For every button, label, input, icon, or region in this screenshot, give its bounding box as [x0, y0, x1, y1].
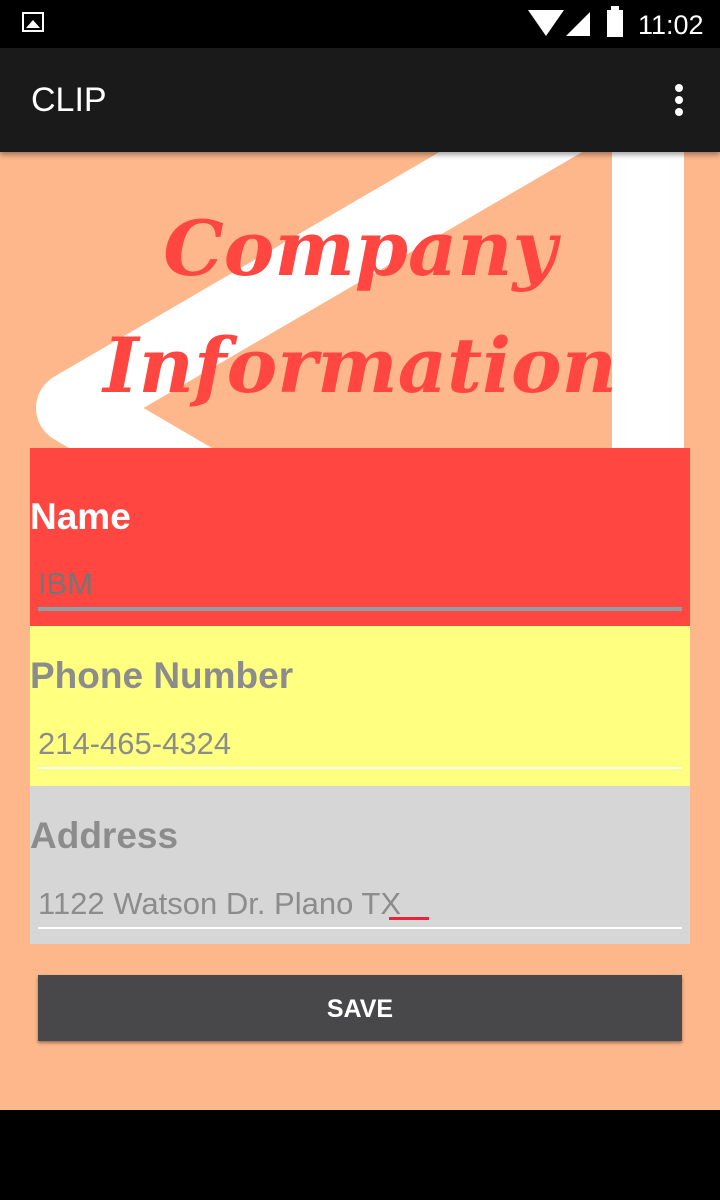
overflow-menu-icon[interactable]	[664, 78, 694, 122]
app-bar: CLIP	[0, 48, 720, 152]
address-field-section: Address 1122 Watson Dr. Plano TX	[30, 786, 690, 944]
name-input-underline	[38, 607, 682, 611]
address-label: Address	[30, 815, 179, 856]
status-bar: 11:02	[0, 0, 720, 48]
phone-input-underline	[38, 767, 682, 769]
save-button[interactable]: SAVE	[38, 975, 682, 1041]
status-time: 11:02	[638, 10, 704, 40]
wifi-icon	[528, 10, 564, 36]
heading-line-1: Company	[163, 204, 557, 293]
address-input-underline	[38, 927, 682, 929]
spellcheck-underline	[389, 917, 429, 920]
name-label: Name	[30, 496, 131, 537]
page-heading: Company Information	[0, 190, 720, 424]
phone-field-section: Phone Number 214-465-4324	[30, 626, 690, 786]
name-input[interactable]	[38, 564, 682, 604]
navigation-bar	[0, 1110, 720, 1200]
image-notification-icon	[22, 12, 44, 32]
battery-icon	[607, 6, 623, 37]
cell-signal-icon	[566, 12, 590, 36]
address-input[interactable]: 1122 Watson Dr. Plano TX	[38, 884, 682, 924]
heading-line-2: Information	[103, 321, 617, 410]
name-field-section: Name	[30, 448, 690, 626]
phone-input[interactable]: 214-465-4324	[38, 724, 682, 764]
app-title: CLIP	[31, 81, 107, 119]
phone-label: Phone Number	[30, 655, 294, 696]
